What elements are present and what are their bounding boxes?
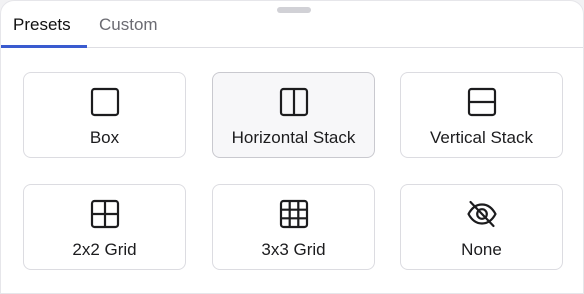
preset-label: 2x2 Grid [72,240,137,259]
presets-sheet: Presets Custom Box Horizontal Stack Vert… [0,0,584,294]
vertical-stack-icon [466,86,498,118]
box-icon [89,86,121,118]
preset-label: Horizontal Stack [231,128,356,147]
preset-2x2-grid[interactable]: 2x2 Grid [23,184,186,270]
tab-presets[interactable]: Presets [13,14,71,48]
grid-2x2-icon [89,198,121,230]
preset-box[interactable]: Box [23,72,186,158]
tab-bar: Presets Custom [1,1,583,48]
preset-none[interactable]: None [400,184,563,270]
horizontal-stack-icon [278,86,310,118]
tab-custom[interactable]: Custom [99,14,158,48]
preset-label: Vertical Stack [430,128,533,147]
preset-label: None [461,240,502,259]
preset-label: Box [89,128,120,147]
preset-label: 3x3 Grid [261,240,326,259]
preset-3x3-grid[interactable]: 3x3 Grid [212,184,375,270]
preset-horizontal-stack[interactable]: Horizontal Stack [212,72,375,158]
eye-slash-icon [466,198,498,230]
preset-vertical-stack[interactable]: Vertical Stack [400,72,563,158]
grid-3x3-icon [278,198,310,230]
preset-grid: Box Horizontal Stack Vertical Stack 2x2 … [1,48,583,293]
